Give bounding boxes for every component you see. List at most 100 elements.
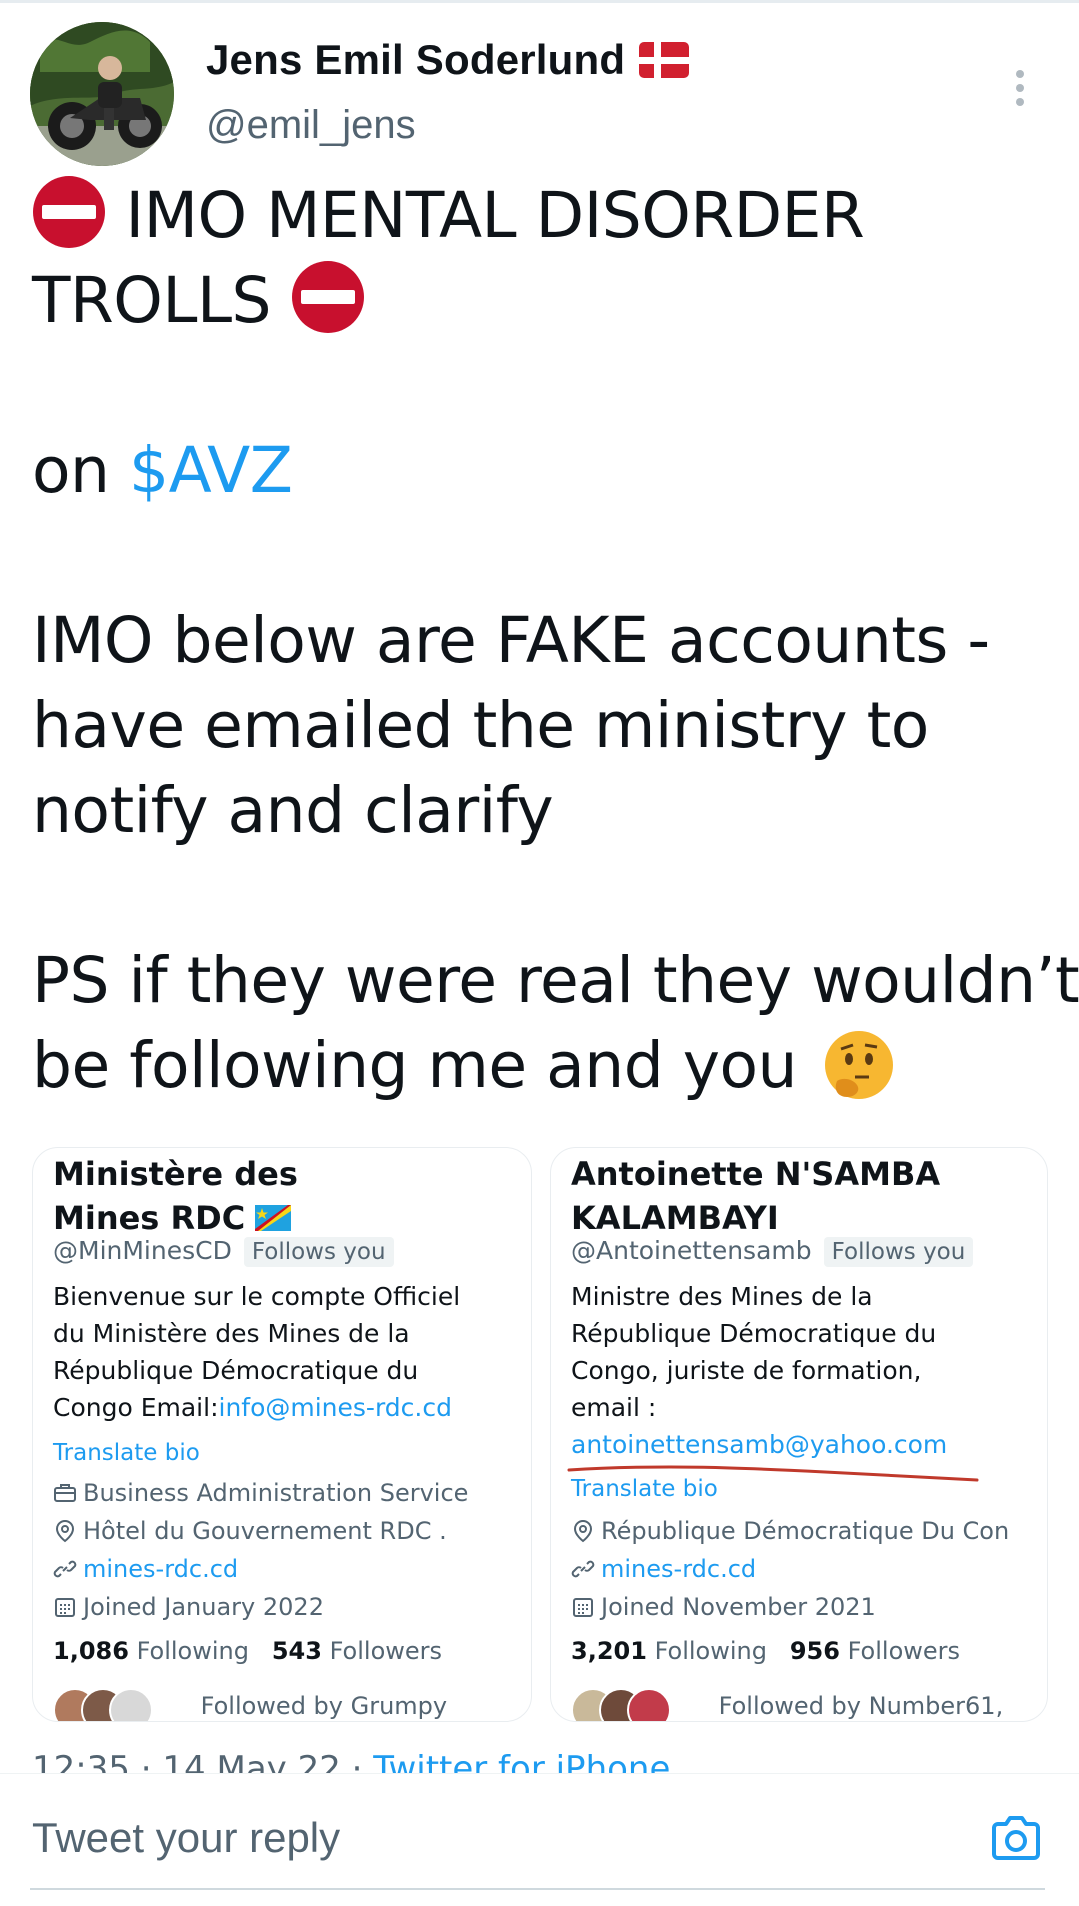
cashtag-link[interactable]: $AVZ (129, 434, 293, 507)
tweet-line-6: notify and clarify (32, 774, 554, 847)
author-display-name[interactable]: Jens Emil Soderlund (206, 36, 690, 84)
followed-by-row[interactable]: Followed by Grumpy (53, 1688, 448, 1721)
card-name-line2: Mines RDC (53, 1199, 246, 1237)
bio-line: Ministre des Mines de la (571, 1282, 873, 1311)
tweet-text: IMO MENTAL DISORDER TROLLS on $AVZ IMO b… (32, 173, 1079, 1108)
briefcase-icon (54, 1484, 76, 1502)
following-label: Following (136, 1637, 249, 1665)
profile-card-antoinette[interactable]: Antoinette N'SAMBA KALAMBAYI @Antoinette… (550, 1147, 1048, 1722)
card-category: Business Administration Service (53, 1479, 468, 1507)
followers-count: 543 (271, 1637, 322, 1665)
display-name-text: Jens Emil Soderlund (206, 36, 626, 83)
tweet-line: on $AVZ (32, 428, 1052, 513)
card-handle[interactable]: @Antoinettensamb (571, 1236, 812, 1265)
denmark-flag-icon (639, 42, 690, 78)
author-handle[interactable]: @emil_jens (206, 103, 416, 148)
drc-flag-icon (255, 1205, 292, 1231)
follows-you-badge: Follows you (243, 1237, 394, 1267)
following-count: 1,086 (53, 1637, 129, 1665)
card-name-line1: Ministère des (53, 1155, 298, 1193)
card-stats: 3,201 Following 956 Followers (571, 1637, 960, 1665)
bio-email-link[interactable]: antoinettensamb@yahoo.com (571, 1426, 1041, 1463)
tweet-line-1: IMO MENTAL DISORDER (125, 179, 865, 252)
follows-you-badge: Follows you (823, 1237, 974, 1267)
card-name-line2: KALAMBAYI (571, 1199, 779, 1237)
card-joined: Joined November 2021 (571, 1593, 876, 1621)
bio-line: République Démocratique du (571, 1319, 937, 1348)
calendar-icon (55, 1598, 75, 1617)
followers-count: 956 (789, 1637, 840, 1665)
camera-icon[interactable] (990, 1814, 1042, 1862)
tweet-line-4: IMO below are FAKE accounts - (32, 604, 990, 677)
followed-by-text: Followed by Grumpy (200, 1692, 448, 1720)
tweet-line-3-prefix: on (32, 434, 129, 507)
joined-text: Joined November 2021 (601, 1593, 876, 1621)
card-handle[interactable]: @MinMinesCD (53, 1236, 232, 1265)
tweet-line-2: TROLLS (32, 264, 272, 337)
timestamp-date: 14 May 22 (162, 1753, 341, 1773)
timestamp-time: 12:35 (32, 1753, 130, 1773)
followers-stat[interactable]: 956 Followers (790, 1637, 960, 1665)
tweet-line: TROLLS (32, 258, 1052, 343)
followers-label: Followers (329, 1637, 443, 1665)
followers-label: Followers (847, 1637, 961, 1665)
card-name: Ministère des Mines RDC (53, 1152, 523, 1240)
card-joined: Joined January 2022 (53, 1593, 324, 1621)
follower-avatars (53, 1688, 193, 1721)
location-text: Hôtel du Gouvernement RDC . (83, 1517, 447, 1545)
following-stat[interactable]: 3,201 Following (571, 1637, 767, 1665)
followers-stat[interactable]: 543 Followers (272, 1637, 442, 1665)
avatar (109, 1688, 153, 1721)
reply-underline (30, 1888, 1045, 1890)
bio-line: République Démocratique du (53, 1356, 419, 1385)
bio-line: Congo Email: (53, 1393, 219, 1422)
profile-card-ministere[interactable]: Ministère des Mines RDC @MinMinesCD Follo… (32, 1147, 532, 1722)
followed-by-row[interactable]: Followed by Number61, (571, 1688, 1004, 1721)
link-icon (571, 1560, 595, 1578)
location-pin-icon (573, 1519, 593, 1543)
client-link[interactable]: Twitter for iPhone (373, 1753, 670, 1773)
calendar-icon (573, 1598, 593, 1617)
card-handle-row: @MinMinesCD Follows you (53, 1236, 394, 1267)
card-location: Hôtel du Gouvernement RDC . (53, 1517, 447, 1545)
joined-text: Joined January 2022 (83, 1593, 324, 1621)
reply-input[interactable] (32, 1810, 932, 1866)
tweet-line: be following me and you (32, 1023, 1052, 1108)
translate-bio-link[interactable]: Translate bio (53, 1440, 200, 1466)
location-pin-icon (55, 1519, 75, 1543)
more-options-icon[interactable] (1012, 46, 1028, 130)
avatar (627, 1688, 671, 1721)
tweet-line-5: have emailed the ministry to (32, 689, 929, 762)
website-link[interactable]: mines-rdc.cd (83, 1555, 238, 1583)
location-text: République Démocratique Du Con (601, 1517, 1010, 1545)
following-label: Following (654, 1637, 767, 1665)
card-bio: Bienvenue sur le compte Officiel du Mini… (53, 1278, 523, 1426)
website-link[interactable]: mines-rdc.cd (601, 1555, 756, 1583)
card-website: mines-rdc.cd (53, 1555, 238, 1583)
category-text: Business Administration Service (83, 1479, 469, 1507)
author-avatar[interactable] (30, 22, 174, 166)
bio-line: Bienvenue sur le compte Officiel (53, 1282, 461, 1311)
card-name-line1: Antoinette N'SAMBA (571, 1155, 941, 1193)
card-handle-row: @Antoinettensamb Follows you (571, 1236, 974, 1267)
card-stats: 1,086 Following 543 Followers (53, 1637, 442, 1665)
no-entry-icon (291, 261, 364, 333)
card-bio: Ministre des Mines de la République Démo… (571, 1278, 1041, 1463)
followed-by-text: Followed by Number61, (718, 1692, 1004, 1720)
tweet-timestamp: 12:35 · 14 May 22 · Twitter for iPhone (32, 1753, 1032, 1773)
bio-line: du Ministère des Mines de la (53, 1319, 410, 1348)
thinking-face-icon (824, 1031, 893, 1099)
link-icon (53, 1560, 77, 1578)
card-name: Antoinette N'SAMBA KALAMBAYI (571, 1152, 1041, 1240)
bio-email-link[interactable]: info@mines-rdc.cd (219, 1393, 452, 1422)
following-stat[interactable]: 1,086 Following (53, 1637, 249, 1665)
card-website: mines-rdc.cd (571, 1555, 756, 1583)
tweet-line-8: be following me and you (32, 1029, 798, 1102)
red-annotation-underline (567, 1465, 979, 1482)
card-location: République Démocratique Du Con (571, 1517, 1009, 1545)
reply-bar (0, 1773, 1079, 1906)
tweet-line-7: PS if they were real they wouldn’t (32, 944, 1079, 1017)
following-count: 3,201 (571, 1637, 647, 1665)
bio-line: email : (571, 1393, 657, 1422)
tweet-line: IMO MENTAL DISORDER (32, 173, 1052, 258)
